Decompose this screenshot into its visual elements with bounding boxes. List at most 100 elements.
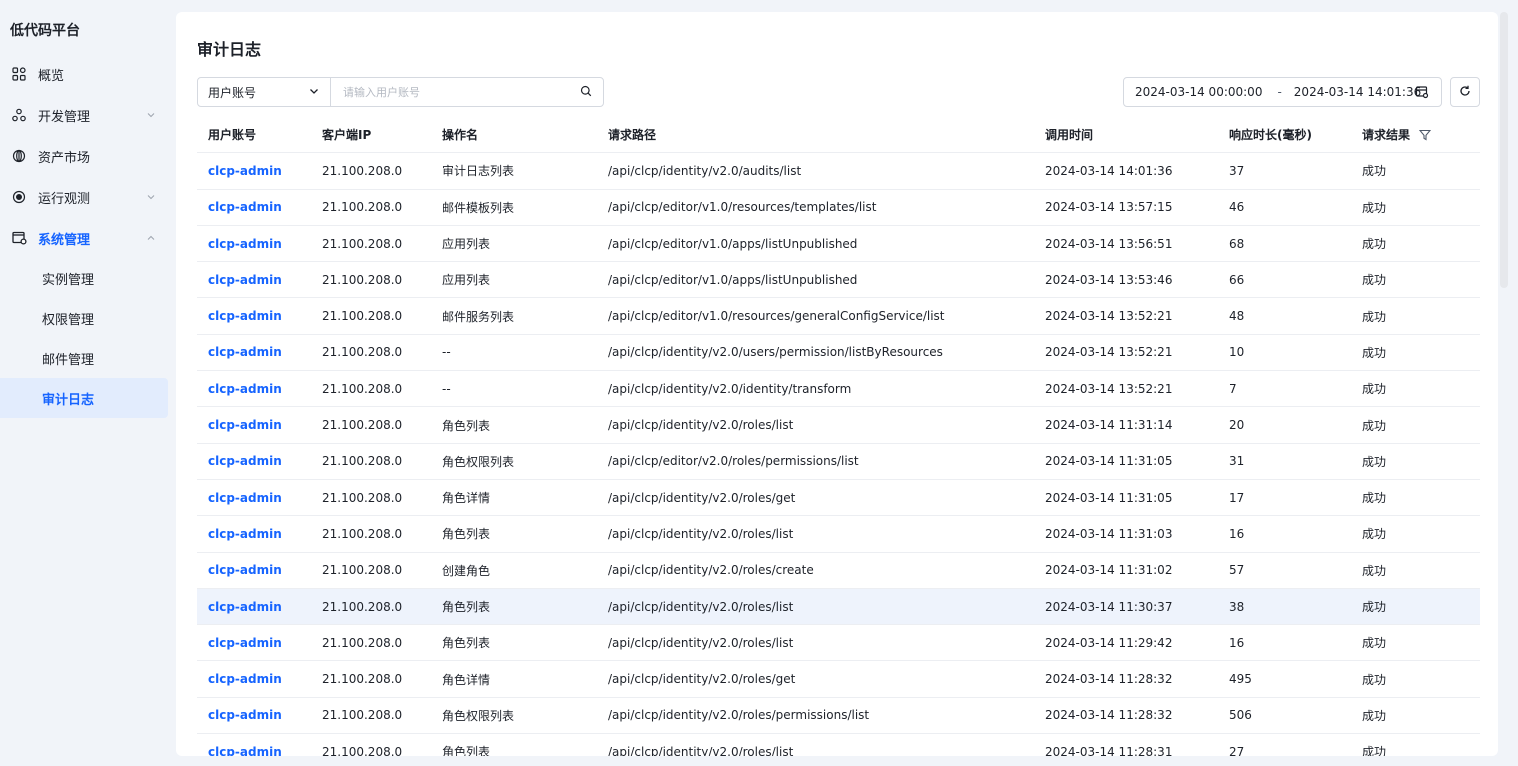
col-header-ip: 客户端IP (322, 128, 372, 143)
cell-path: /api/clcp/editor/v2.0/roles/permissions/… (608, 454, 859, 469)
cell-user[interactable]: clcp-admin (208, 553, 282, 588)
search-field-value: 用户账号 (208, 85, 257, 100)
grid-icon (10, 65, 28, 83)
search-icon (580, 85, 592, 100)
sidebar-subitem-audit-log[interactable]: 审计日志 (0, 378, 168, 418)
cell-user[interactable]: clcp-admin (208, 444, 282, 479)
cell-user[interactable]: clcp-admin (208, 262, 282, 297)
settings-window-icon (10, 229, 28, 247)
cell-operation: 角色详情 (442, 672, 491, 687)
cell-result: 成功 (1362, 200, 1387, 215)
cell-user[interactable]: clcp-admin (208, 226, 282, 261)
cell-user[interactable]: clcp-admin (208, 298, 282, 333)
cell-ip: 21.100.208.0 (322, 345, 403, 360)
sidebar-item-label: 资产市场 (38, 150, 91, 166)
cell-ip: 21.100.208.0 (322, 744, 403, 756)
table-row[interactable]: clcp-admin 21.100.208.0 角色详情 /api/clcp/i… (197, 661, 1480, 698)
cell-path: /api/clcp/identity/v2.0/roles/list (608, 744, 794, 756)
cell-duration: 16 (1229, 635, 1245, 650)
table-row[interactable]: clcp-admin 21.100.208.0 角色权限列表 /api/clcp… (197, 444, 1480, 480)
cell-user[interactable]: clcp-admin (208, 661, 282, 696)
table-row[interactable]: clcp-admin 21.100.208.0 邮件服务列表 /api/clcp… (197, 298, 1480, 335)
cell-result: 成功 (1362, 708, 1387, 723)
cell-path: /api/clcp/identity/v2.0/roles/list (608, 418, 794, 433)
sidebar-item-label: 运行观测 (38, 191, 91, 207)
cell-operation: 角色详情 (442, 491, 491, 506)
col-header-user: 用户账号 (208, 128, 257, 143)
sidebar-item-observability[interactable]: 运行观测 (0, 177, 168, 217)
cell-path: /api/clcp/editor/v1.0/apps/listUnpublish… (608, 236, 858, 251)
table-row[interactable]: clcp-admin 21.100.208.0 应用列表 /api/clcp/e… (197, 262, 1480, 299)
cell-result: 成功 (1362, 563, 1387, 578)
sidebar-subitem-permissions[interactable]: 权限管理 (0, 298, 168, 338)
cell-ip: 21.100.208.0 (322, 272, 403, 287)
table-row[interactable]: clcp-admin 21.100.208.0 角色权限列表 /api/clcp… (197, 698, 1480, 735)
cell-user[interactable]: clcp-admin (208, 335, 282, 370)
cell-ip: 21.100.208.0 (322, 236, 403, 251)
cell-user[interactable]: clcp-admin (208, 190, 282, 225)
cell-duration: 38 (1229, 599, 1245, 614)
cell-user[interactable]: clcp-admin (208, 698, 282, 733)
cell-result: 成功 (1362, 636, 1387, 651)
table-row[interactable]: clcp-admin 21.100.208.0 创建角色 /api/clcp/i… (197, 553, 1480, 589)
cell-user[interactable]: clcp-admin (208, 407, 282, 442)
cell-ip: 21.100.208.0 (322, 309, 403, 324)
search-input[interactable] (331, 78, 569, 106)
table-row[interactable]: clcp-admin 21.100.208.0 审计日志列表 /api/clcp… (197, 153, 1480, 190)
cell-user[interactable]: clcp-admin (208, 625, 282, 660)
cell-user[interactable]: clcp-admin (208, 734, 282, 756)
table-row[interactable]: clcp-admin 21.100.208.0 -- /api/clcp/ide… (197, 371, 1480, 408)
cell-result: 成功 (1362, 745, 1387, 756)
sidebar-subitem-mail[interactable]: 邮件管理 (0, 338, 168, 378)
cell-duration: 37 (1229, 163, 1245, 178)
search-button[interactable] (569, 78, 603, 106)
filter-icon[interactable] (1419, 129, 1432, 141)
table-row[interactable]: clcp-admin 21.100.208.0 应用列表 /api/clcp/e… (197, 226, 1480, 263)
cell-time: 2024-03-14 11:31:14 (1045, 418, 1173, 433)
sidebar-item-dev-management[interactable]: 开发管理 (0, 95, 168, 135)
sidebar-item-overview[interactable]: 概览 (0, 54, 168, 94)
cell-result: 成功 (1362, 527, 1387, 542)
cell-time: 2024-03-14 11:31:03 (1045, 526, 1173, 541)
page-scrollbar[interactable] (1500, 12, 1508, 288)
sidebar-subitem-instances[interactable]: 实例管理 (0, 258, 168, 298)
calendar-icon[interactable] (1415, 85, 1429, 102)
table-row[interactable]: clcp-admin 21.100.208.0 -- /api/clcp/ide… (197, 335, 1480, 372)
cell-duration: 46 (1229, 200, 1245, 215)
cell-user[interactable]: clcp-admin (208, 153, 282, 188)
table-row[interactable]: clcp-admin 21.100.208.0 角色列表 /api/clcp/i… (197, 516, 1480, 553)
cell-result: 成功 (1362, 672, 1387, 687)
cell-path: /api/clcp/identity/v2.0/roles/list (608, 599, 794, 614)
cell-path: /api/clcp/identity/v2.0/roles/get (608, 672, 796, 687)
cell-ip: 21.100.208.0 (322, 200, 403, 215)
refresh-button[interactable] (1450, 77, 1480, 107)
table-row[interactable]: clcp-admin 21.100.208.0 角色列表 /api/clcp/i… (197, 407, 1480, 444)
table-row[interactable]: clcp-admin 21.100.208.0 邮件模板列表 /api/clcp… (197, 190, 1480, 226)
cell-duration: 17 (1229, 490, 1245, 505)
cell-time: 2024-03-14 11:28:32 (1045, 708, 1173, 723)
cell-user[interactable]: clcp-admin (208, 371, 282, 406)
range-end[interactable]: 2024-03-14 14:01:36 (1294, 85, 1421, 99)
table-row[interactable]: clcp-admin 21.100.208.0 角色详情 /api/clcp/i… (197, 480, 1480, 517)
sidebar-item-asset-market[interactable]: 资产市场 (0, 136, 168, 176)
table-row[interactable]: clcp-admin 21.100.208.0 角色列表 /api/clcp/i… (197, 625, 1480, 662)
cell-result: 成功 (1362, 418, 1387, 433)
table-row[interactable]: clcp-admin 21.100.208.0 角色列表 /api/clcp/i… (197, 588, 1480, 626)
cell-user[interactable]: clcp-admin (208, 516, 282, 551)
cell-duration: 495 (1229, 672, 1252, 687)
search-field-select[interactable]: 用户账号 (198, 78, 331, 106)
cell-operation: 角色列表 (442, 418, 491, 433)
cell-operation: 角色列表 (442, 745, 491, 756)
sidebar-item-system-management[interactable]: 系统管理 (0, 218, 168, 258)
cell-user[interactable]: clcp-admin (208, 589, 282, 624)
table-row[interactable]: clcp-admin 21.100.208.0 角色列表 /api/clcp/i… (197, 734, 1480, 756)
cell-duration: 57 (1229, 563, 1245, 578)
gem-icon (10, 147, 28, 165)
cell-ip: 21.100.208.0 (322, 418, 403, 433)
date-range-picker[interactable]: 2024-03-14 00:00:00 - 2024-03-14 14:01:3… (1123, 77, 1442, 107)
cell-path: /api/clcp/identity/v2.0/audits/list (608, 163, 802, 178)
range-start[interactable]: 2024-03-14 00:00:00 (1135, 85, 1262, 99)
cell-user[interactable]: clcp-admin (208, 480, 282, 515)
cell-time: 2024-03-14 11:31:05 (1045, 490, 1173, 505)
range-separator: - (1277, 85, 1282, 99)
